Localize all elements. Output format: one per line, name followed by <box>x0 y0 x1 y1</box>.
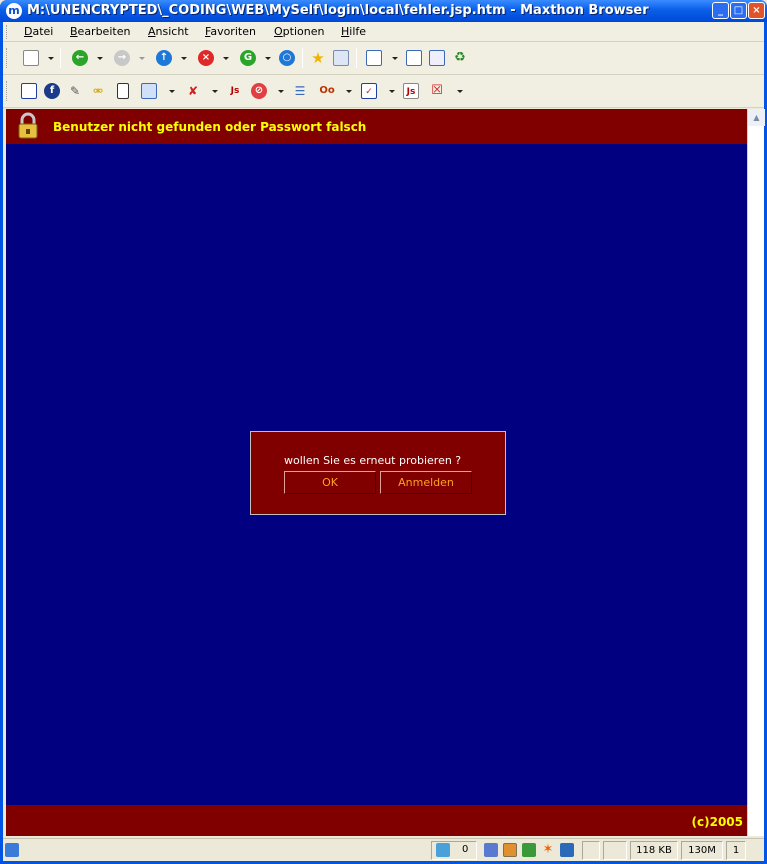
toolbar-separator <box>356 48 357 68</box>
go-dropdown-icon[interactable] <box>265 57 271 60</box>
popup-dropdown-icon[interactable] <box>212 90 218 93</box>
proxy-icon[interactable]: Oo <box>317 83 337 99</box>
checkbox-icon[interactable]: ✓ <box>361 83 377 99</box>
popup-blocker-icon[interactable]: ✘ <box>185 83 201 99</box>
notes-icon[interactable] <box>117 83 129 99</box>
status-empty-cell <box>582 841 600 860</box>
back-dropdown-icon[interactable] <box>97 57 103 60</box>
home-page-icon[interactable] <box>21 83 37 99</box>
list-icon[interactable]: ☰ <box>292 83 308 99</box>
window-dropdown-icon[interactable] <box>169 90 175 93</box>
vertical-scrollbar[interactable]: ▲ <box>747 109 765 836</box>
close-ads-icon[interactable]: ☒ <box>429 83 445 99</box>
popup-filter-icon[interactable] <box>503 843 517 857</box>
menu-hilfe[interactable]: Hilfe <box>341 25 366 38</box>
spark-icon[interactable]: ✶ <box>541 843 555 857</box>
status-empty-cell <box>603 841 627 860</box>
lock-icon <box>18 112 38 139</box>
sync-icon[interactable] <box>484 843 498 857</box>
retry-question: wollen Sie es erneut probieren ? <box>284 454 462 467</box>
split-view-icon[interactable] <box>429 50 445 66</box>
menu-datei[interactable]: Datei <box>24 25 53 38</box>
menu-bar: Datei Bearbeiten Ansicht Favoriten Optio… <box>3 22 764 42</box>
page-content: Benutzer nicht gefunden oder Passwort fa… <box>6 109 747 836</box>
toolbar-separator <box>60 48 61 68</box>
footer-banner: (c)2005 <box>6 805 747 836</box>
block-dropdown-icon[interactable] <box>278 90 284 93</box>
history-icon[interactable] <box>333 50 349 66</box>
status-number: 1 <box>726 841 746 860</box>
error-message: Benutzer nicht gefunden oder Passwort fa… <box>53 120 367 134</box>
forward-icon[interactable]: → <box>114 50 130 66</box>
javascript-off-icon[interactable]: Js <box>403 83 419 99</box>
menu-grip[interactable] <box>6 25 9 39</box>
new-page-icon[interactable] <box>23 50 39 66</box>
checkbox-dropdown-icon[interactable] <box>389 90 395 93</box>
refresh-icon[interactable] <box>522 843 536 857</box>
proxy-dropdown-icon[interactable] <box>346 90 352 93</box>
close-button[interactable]: × <box>748 2 765 19</box>
flash-icon[interactable]: f <box>44 83 60 99</box>
mail-icon[interactable] <box>560 843 574 857</box>
javascript-icon[interactable]: Js <box>227 83 243 99</box>
window-title: M:\UNENCRYPTED\_CODING\WEB\MySelf\login\… <box>27 3 649 18</box>
browser-client: Datei Bearbeiten Ansicht Favoriten Optio… <box>3 22 765 861</box>
recycle-icon[interactable]: ♻ <box>452 50 468 66</box>
layout-dropdown-icon[interactable] <box>392 57 398 60</box>
stop-dropdown-icon[interactable] <box>223 57 229 60</box>
new-page-dropdown-icon[interactable] <box>48 57 54 60</box>
up-icon[interactable]: ↑ <box>156 50 172 66</box>
maximize-button[interactable]: □ <box>730 2 747 19</box>
browser-window: m M:\UNENCRYPTED\_CODING\WEB\MySelf\logi… <box>0 0 767 864</box>
window-icon[interactable] <box>141 83 157 99</box>
page-size: 118 KB <box>630 841 678 860</box>
ok-button[interactable]: OK <box>284 471 376 494</box>
stop-icon[interactable]: × <box>198 50 214 66</box>
back-icon[interactable]: ← <box>72 50 88 66</box>
status-shield-icon[interactable] <box>5 843 19 857</box>
plugin-toolbar: f ✎ ⚮ ✘ Js ⊘ ☰ Oo ✓ Js ☒ <box>3 75 764 108</box>
toolbar-grip[interactable] <box>6 81 9 101</box>
maxthon-logo-icon[interactable]: m <box>6 3 22 19</box>
retry-dialog: wollen Sie es erneut probieren ? OK Anme… <box>250 431 506 515</box>
toolbar-separator <box>302 48 303 68</box>
tab-count: 0 <box>462 844 469 855</box>
memory-usage: 130M <box>681 841 723 860</box>
scroll-up-icon[interactable]: ▲ <box>748 109 765 126</box>
forward-dropdown-icon[interactable] <box>139 57 145 60</box>
title-bar: m M:\UNENCRYPTED\_CODING\WEB\MySelf\logi… <box>0 0 767 22</box>
go-icon[interactable]: G <box>240 50 256 66</box>
up-dropdown-icon[interactable] <box>181 57 187 60</box>
status-bar: 0 ✶ 118 KB 130M 1 <box>3 838 764 861</box>
home-icon[interactable]: ○ <box>279 50 295 66</box>
close-ads-dropdown-icon[interactable] <box>457 90 463 93</box>
favorites-star-icon[interactable]: ★ <box>310 50 326 66</box>
toolbar-grip[interactable] <box>6 48 9 68</box>
key-icon[interactable]: ⚮ <box>90 83 106 99</box>
login-button[interactable]: Anmelden <box>380 471 472 494</box>
menu-bearbeiten[interactable]: Bearbeiten <box>70 25 130 38</box>
menu-favoriten[interactable]: Favoriten <box>205 25 256 38</box>
fullscreen-icon[interactable] <box>406 50 422 66</box>
navigation-toolbar: ← → ↑ × G ○ ★ ♻ <box>3 42 764 75</box>
menu-optionen[interactable]: Optionen <box>274 25 324 38</box>
recycle-bin-icon[interactable] <box>436 843 450 857</box>
layout-icon[interactable] <box>366 50 382 66</box>
block-icon[interactable]: ⊘ <box>251 83 267 99</box>
minimize-button[interactable]: _ <box>712 2 729 19</box>
tools-icon[interactable]: ✎ <box>67 83 83 99</box>
copyright-text: (c)2005 <box>691 815 743 829</box>
menu-ansicht[interactable]: Ansicht <box>148 25 189 38</box>
error-banner: Benutzer nicht gefunden oder Passwort fa… <box>6 109 747 144</box>
